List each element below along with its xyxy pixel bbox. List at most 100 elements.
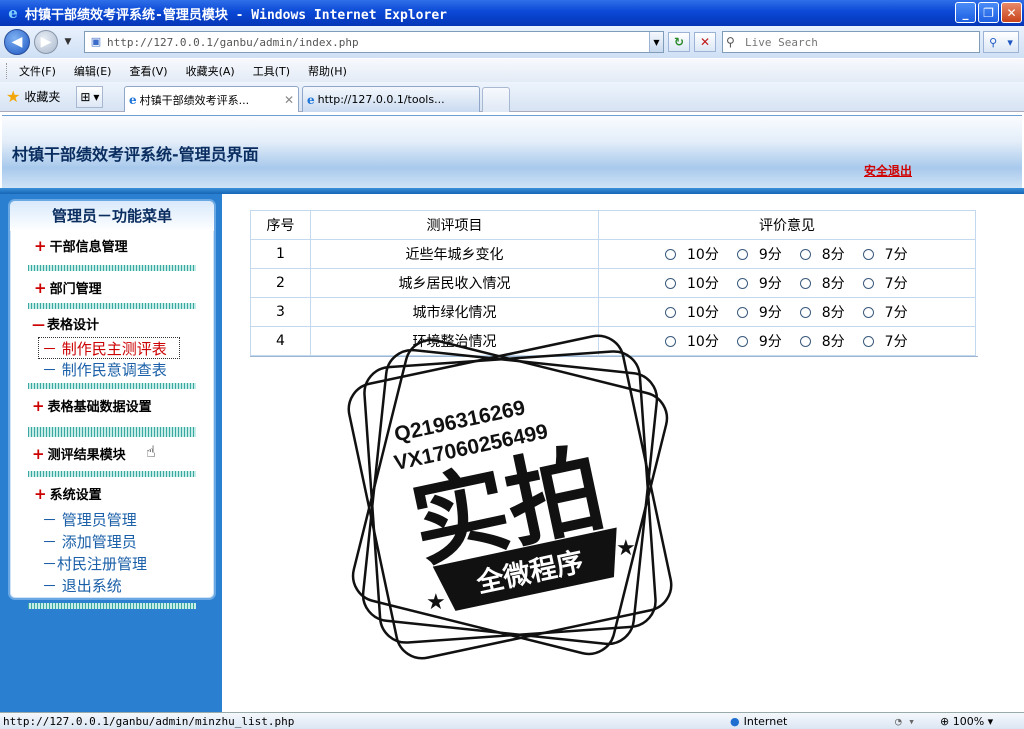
menu-favorites[interactable]: 收藏夹(A) [186,63,235,79]
sidebar-item-add-admin[interactable]: － 添加管理员 [10,531,214,553]
sidebar-item-admin-manage[interactable]: － 管理员管理 [10,509,214,531]
stop-button[interactable]: ✕ [694,32,716,52]
menu-tools[interactable]: 工具(T) [253,63,290,79]
rating-options: 10分 9分 8分 7分 [598,297,976,327]
radio-button[interactable] [799,335,811,347]
rating-option[interactable]: 8分 [799,302,845,322]
radio-button[interactable] [862,306,874,318]
menu-divider [28,471,196,477]
radio-button[interactable] [862,277,874,289]
sidebar-item-exit-system[interactable]: － 退出系统 [10,575,214,597]
option-label: 7分 [884,276,908,292]
expand-icon: + [32,397,45,415]
row-no: 4 [250,326,311,356]
rating-option[interactable]: 8分 [799,331,845,351]
rating-option[interactable]: 10分 [665,273,719,293]
sidebar-section-department[interactable]: + 部门管理 [10,277,214,299]
sidebar-section-system-settings[interactable]: + 系统设置 [10,483,214,505]
radio-button[interactable] [665,306,676,318]
address-url[interactable]: http://127.0.0.1/ganbu/admin/index.php [107,36,649,49]
menu-view[interactable]: 查看(V) [129,63,167,79]
logout-link[interactable]: 安全退出 [864,162,912,179]
new-tab-button[interactable] [482,87,510,112]
tab-label: http://127.0.0.1/tools... [317,93,445,106]
option-label: 7分 [884,305,908,321]
radio-button[interactable] [665,335,676,347]
rating-option[interactable]: 10分 [665,244,719,264]
history-dropdown-icon[interactable]: ▼ [62,37,74,47]
rating-option[interactable]: 7分 [862,244,908,264]
rating-option[interactable]: 9分 [736,302,782,322]
rating-option[interactable]: 9分 [736,273,782,293]
zoom-control[interactable]: ⊕ 100% ▾ [940,715,993,728]
sidebar-item-villager-registration[interactable]: －村民注册管理 [10,553,214,575]
menu-file[interactable]: 文件(F) [19,63,56,79]
radio-button[interactable] [736,335,748,347]
search-options-icon[interactable]: ▾ [1007,36,1013,49]
radio-button[interactable] [736,248,748,260]
refresh-button[interactable]: ↻ [668,32,690,52]
rating-option[interactable]: 7分 [862,273,908,293]
address-dropdown-icon[interactable]: ▼ [649,32,663,52]
radio-button[interactable] [862,335,874,347]
ie-page-icon: e [307,92,315,107]
sidebar-section-form-base-data[interactable]: + 表格基础数据设置 [10,395,214,417]
menu-help[interactable]: 帮助(H) [308,63,347,79]
search-box[interactable]: ⚲ [722,31,980,53]
sidebar-item-public-opinion-form[interactable]: － 制作民意调查表 [10,359,214,381]
watermark-ribbon-text: 全微程序 [473,546,586,600]
header-no: 序号 [250,210,311,240]
search-input[interactable] [745,35,979,49]
back-button[interactable]: ◀ [4,29,30,55]
close-tab-icon[interactable]: ✕ [284,93,294,107]
menu-edit[interactable]: 编辑(E) [74,63,112,79]
sidebar-section-form-design[interactable]: — 表格设计 [10,315,214,337]
tab-active[interactable]: e 村镇干部绩效考评系... ✕ [124,86,299,112]
protected-mode-icon[interactable]: ◔ ▾ [895,715,915,728]
stamp-frames [347,334,673,660]
rating-option[interactable]: 10分 [665,331,719,351]
radio-button[interactable] [799,277,811,289]
tab-list-dropdown-icon[interactable]: ▾ [93,90,99,104]
table-row: 2 城乡居民收入情况 10分 9分 8分 7分 [250,268,976,298]
rating-option[interactable]: 7分 [862,331,908,351]
forward-button[interactable]: ▶ [34,30,58,54]
rating-option[interactable]: 9分 [736,331,782,351]
address-bar[interactable]: ▣ http://127.0.0.1/ganbu/admin/index.php… [84,31,664,53]
radio-button[interactable] [799,306,811,318]
minimize-button[interactable]: _ [955,2,976,23]
toolbar-grip[interactable] [6,62,9,79]
sidebar-item-democratic-eval-form[interactable]: － 制作民主测评表 [38,337,180,359]
menu-divider [28,603,196,609]
radio-button[interactable] [736,306,748,318]
restore-button[interactable]: ❐ [978,2,999,23]
radio-button[interactable] [665,277,676,289]
radio-button[interactable] [736,277,748,289]
close-button[interactable]: ✕ [1001,2,1022,23]
option-label: 9分 [758,334,782,350]
stamp-ribbon: 全微程序 [432,527,617,611]
star-icon: ★ [426,590,446,615]
tab-inactive[interactable]: e http://127.0.0.1/tools... [302,86,480,112]
section-label: 干部信息管理 [49,240,128,255]
search-button[interactable]: ⚲ ▾ [983,31,1019,53]
rating-option[interactable]: 8分 [799,244,845,264]
quick-tabs-button[interactable]: ⊞ ▾ [76,85,104,108]
rating-option[interactable]: 7分 [862,302,908,322]
favorites-button[interactable]: ★ 收藏夹 [6,87,60,106]
rating-option[interactable]: 8分 [799,273,845,293]
row-item: 城市绿化情况 [310,297,599,327]
radio-button[interactable] [862,248,874,260]
expand-icon: + [34,279,47,297]
sidebar-section-eval-results[interactable]: + 测评结果模块 [10,443,214,465]
radio-button[interactable] [665,248,676,260]
rating-option[interactable]: 9分 [736,244,782,264]
radio-button[interactable] [799,248,811,260]
option-label: 8分 [821,305,845,321]
stop-icon: ✕ [699,35,711,49]
section-label: 系统设置 [49,488,102,503]
option-label: 10分 [687,334,719,350]
sidebar-section-cadre-info[interactable]: + 干部信息管理 [10,235,214,257]
rating-option[interactable]: 10分 [665,302,719,322]
menu-divider [28,303,196,309]
